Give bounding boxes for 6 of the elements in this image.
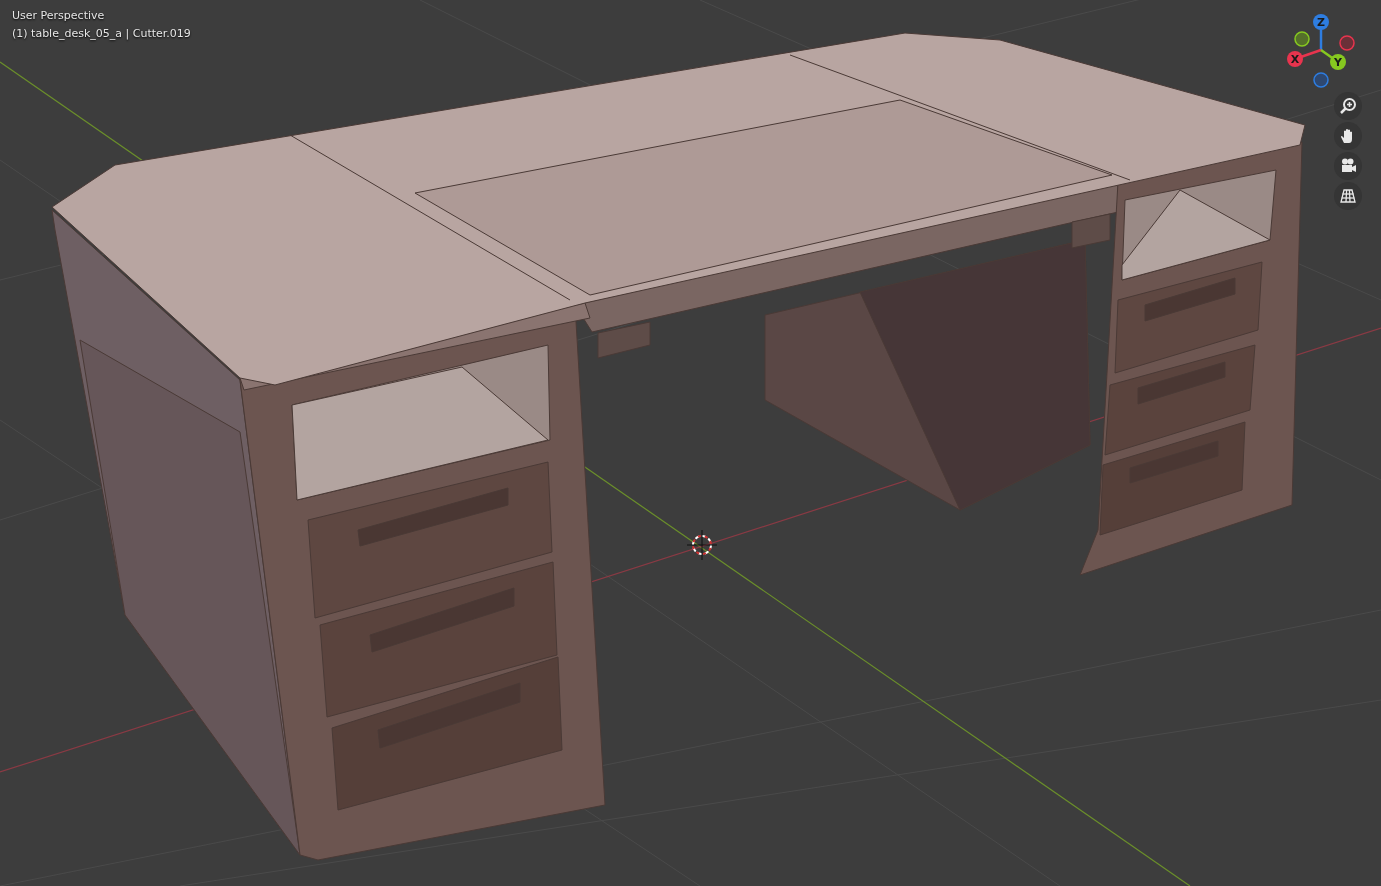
magnifier-plus-icon xyxy=(1339,97,1357,115)
3d-cursor-icon xyxy=(686,529,718,561)
movie-camera-icon xyxy=(1339,157,1357,175)
view-name: User Perspective xyxy=(12,9,106,23)
grid-plane-icon xyxy=(1339,187,1357,205)
object-info: (1) table_desk_05_a | Cutter.019 xyxy=(12,27,191,41)
